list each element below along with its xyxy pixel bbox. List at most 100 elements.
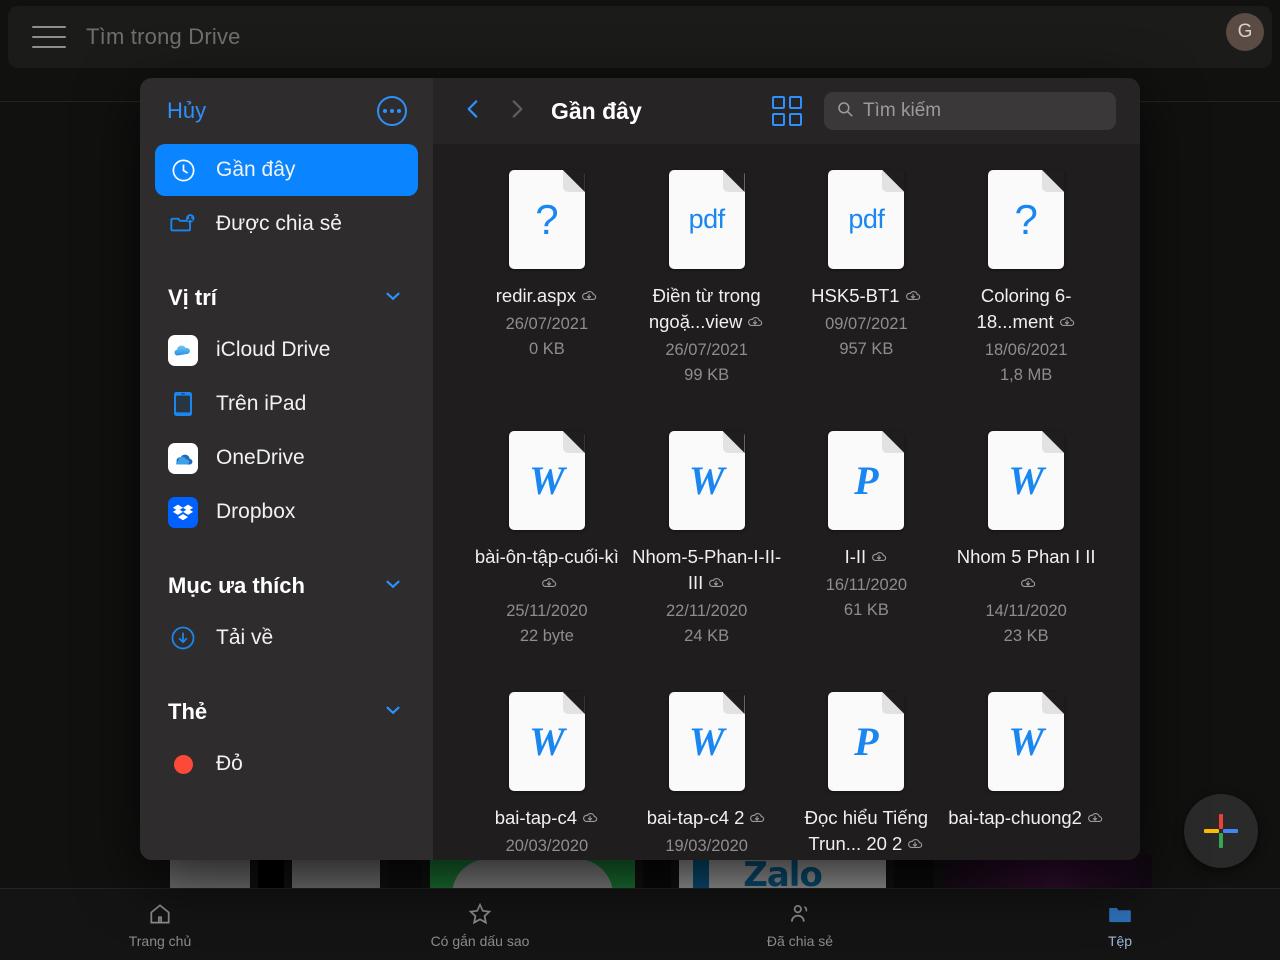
file-date: 25/11/2020 (506, 602, 588, 620)
search-placeholder: Tìm kiếm (863, 100, 942, 121)
clock-icon (168, 155, 198, 185)
chevron-right-icon (504, 96, 530, 127)
file-card[interactable]: Wbai-tap-c4 2 19/03/2020 (627, 692, 787, 860)
file-card[interactable]: W Nhom 5 Phan I II 14/11/2020 23 KB (946, 431, 1106, 692)
chevron-down-icon[interactable] (382, 285, 404, 312)
sidebar-item-tag-red[interactable]: Đỏ (155, 738, 418, 790)
file-name: HSK5-BT1 (811, 283, 921, 312)
sidebar-item-shared[interactable]: Được chia sẻ (155, 198, 418, 250)
sidebar-section-favorites[interactable]: Mục ưa thích (155, 564, 418, 608)
cloud-download-icon (581, 808, 599, 834)
sidebar-item-dropbox[interactable]: Dropbox (155, 486, 418, 538)
file-date: 16/11/2020 (825, 576, 908, 594)
sidebar-section-locations[interactable]: Vị trí (155, 276, 418, 320)
breadcrumb: Gần đây (551, 97, 642, 124)
file-card[interactable]: W Nhom-5-Phan-I-II-III 22/11/2020 24 KB (627, 431, 787, 692)
cloud-download-icon (580, 286, 598, 312)
avatar[interactable]: G (1226, 13, 1264, 51)
hamburger-icon[interactable] (32, 26, 66, 48)
section-title: Vị trí (168, 285, 217, 310)
folder-icon (1107, 901, 1133, 927)
file-date: 22/11/2020 (665, 602, 748, 620)
chevron-down-icon[interactable] (382, 573, 404, 600)
cloud-download-icon (1019, 573, 1037, 599)
file-card[interactable]: pdf Điền từ trong ngoặ...view 26/07/2021 99… (627, 170, 787, 431)
cloud-download-icon (870, 547, 888, 573)
file-type-icon-powerpoint: P (828, 431, 905, 530)
file-card[interactable]: ? redir.aspx 26/07/2021 0 KB (467, 170, 627, 431)
file-card[interactable]: Wbai-tap-chuong2 (946, 692, 1106, 860)
file-name: Điền từ trong ngoặ...view (627, 283, 787, 338)
file-card[interactable]: Wbài-ôn-tập-cuối-kì 25/11/2020 22 byte (467, 431, 627, 692)
file-card[interactable]: pdf HSK5-BT1 09/07/2021 957 KB (787, 170, 947, 431)
screen: Tìm trong Drive G Zalo Trang chủ Có gắn … (0, 0, 1280, 960)
file-type-icon-word: W (668, 692, 745, 791)
file-card[interactable]: ? Coloring 6-18...ment 18/06/2021 1,8 MB (946, 170, 1106, 431)
file-name: Nhom-5-Phan-I-II-III (627, 544, 787, 599)
sidebar-item-recents[interactable]: Gần đây (155, 144, 418, 196)
picker-sidebar: Hủy Gần đây Được chia sẻ Vị trí iCloud D… (140, 78, 433, 860)
sidebar-section-tags[interactable]: Thẻ (155, 690, 418, 734)
cloud-download-icon (540, 573, 558, 599)
file-size: 22 byte (519, 627, 574, 645)
cancel-button[interactable]: Hủy (167, 98, 206, 124)
chevron-down-icon[interactable] (382, 699, 404, 726)
file-type-icon-word: W (988, 692, 1065, 791)
file-card[interactable]: Wbai-tap-c4 20/03/2020 (467, 692, 627, 860)
file-picker-dialog: Hủy Gần đây Được chia sẻ Vị trí iCloud D… (140, 78, 1140, 860)
file-date: 14/11/2020 (985, 602, 1067, 620)
search-input[interactable]: Tìm kiếm (824, 92, 1116, 130)
sidebar-item-onedrive[interactable]: OneDrive (155, 432, 418, 484)
file-type-icon-word: W (508, 692, 585, 791)
forward-button[interactable] (495, 89, 539, 133)
cloud-download-icon (746, 312, 764, 338)
search-icon (836, 100, 854, 123)
file-type-icon-word: W (508, 431, 585, 530)
sidebar-item-label: Gần đây (216, 158, 296, 181)
drive-search-bar[interactable]: Tìm trong Drive (8, 6, 1272, 68)
sidebar-item-icloud-drive[interactable]: iCloud Drive (155, 324, 418, 376)
sidebar-item-downloads[interactable]: Tải về (155, 612, 418, 664)
file-size: 957 KB (839, 340, 894, 358)
file-type-icon-powerpoint: P (828, 692, 905, 791)
new-button[interactable] (1184, 794, 1258, 868)
bottom-tab-bar: Trang chủ Có gắn dấu sao Đã chia sẻ Tệp (0, 888, 1280, 960)
file-name: redir.aspx (496, 283, 598, 312)
file-date: 26/07/2021 (665, 341, 748, 359)
red-dot-icon (168, 749, 198, 779)
star-icon (467, 901, 493, 927)
file-date: 26/07/2021 (505, 315, 589, 333)
file-date: 19/03/2020 (665, 837, 748, 855)
sidebar-item-label: Trên iPad (216, 392, 307, 415)
sidebar-item-on-ipad[interactable]: Trên iPad (155, 378, 418, 430)
section-title: Thẻ (168, 699, 208, 724)
file-card[interactable]: P I-II 16/11/2020 61 KB (787, 431, 947, 692)
cloud-download-icon (707, 573, 725, 599)
tab-label: Trang chủ (128, 932, 192, 949)
file-size: 1,8 MB (999, 366, 1053, 384)
file-type-icon-unknown: ? (988, 170, 1065, 269)
tab-files[interactable]: Tệp (960, 901, 1280, 949)
home-icon (147, 901, 173, 927)
tab-starred[interactable]: Có gắn dấu sao (320, 901, 640, 949)
ellipsis-circle-icon[interactable] (377, 96, 407, 126)
file-size: 0 KB (528, 340, 565, 358)
file-type-icon-word: W (668, 431, 745, 530)
tab-home[interactable]: Trang chủ (0, 901, 320, 949)
sidebar-item-label: Được chia sẻ (216, 212, 342, 235)
sidebar-item-label: Tải về (216, 626, 274, 649)
picker-sidebar-body: Gần đây Được chia sẻ Vị trí iCloud Drive… (140, 144, 433, 792)
file-name: Nhom 5 Phan I II (946, 544, 1106, 599)
shared-folder-icon (168, 209, 198, 239)
file-type-icon-pdf: pdf (668, 170, 745, 269)
back-button[interactable] (451, 89, 495, 133)
grid-view-icon[interactable] (772, 96, 802, 126)
tab-shared[interactable]: Đã chia sẻ (640, 901, 960, 949)
sidebar-item-label: Dropbox (216, 500, 296, 523)
tab-label: Tệp (1107, 932, 1133, 949)
file-name: Coloring 6-18...ment (946, 283, 1106, 338)
picker-sidebar-header: Hủy (140, 78, 433, 144)
sidebar-item-label: OneDrive (216, 446, 305, 469)
cloud-download-icon (1086, 808, 1104, 834)
file-card[interactable]: P Đọc hiểu Tiếng Trun... 20 2 (787, 692, 947, 860)
